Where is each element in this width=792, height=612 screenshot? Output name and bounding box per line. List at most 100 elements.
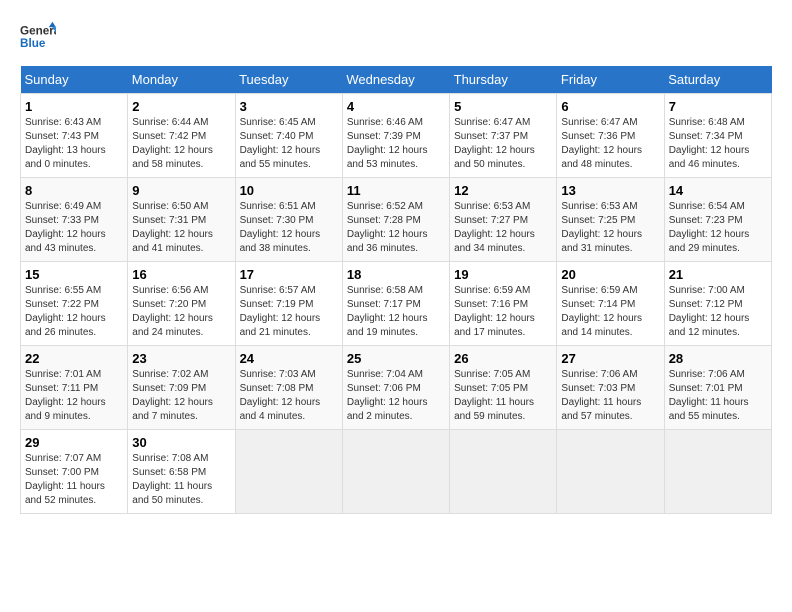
calendar-cell: 27 Sunrise: 7:06 AMSunset: 7:03 PMDayligh… [557,346,664,430]
calendar-cell: 12 Sunrise: 6:53 AMSunset: 7:27 PMDayligh… [450,178,557,262]
day-info: Sunrise: 6:49 AMSunset: 7:33 PMDaylight:… [25,200,123,256]
day-number: 5 [454,99,552,114]
calendar-cell: 5 Sunrise: 6:47 AMSunset: 7:37 PMDaylight… [450,94,557,178]
calendar-cell: 19 Sunrise: 6:59 AMSunset: 7:16 PMDayligh… [450,262,557,346]
calendar-cell [235,430,342,514]
calendar-cell: 1 Sunrise: 6:43 AMSunset: 7:43 PMDaylight… [21,94,128,178]
calendar-day-header: Monday [128,66,235,94]
day-info: Sunrise: 6:53 AMSunset: 7:25 PMDaylight:… [561,200,659,256]
day-info: Sunrise: 6:50 AMSunset: 7:31 PMDaylight:… [132,200,230,256]
day-number: 22 [25,351,123,366]
day-info: Sunrise: 7:04 AMSunset: 7:06 PMDaylight:… [347,368,445,424]
calendar-cell [342,430,449,514]
day-number: 3 [240,99,338,114]
calendar-cell: 20 Sunrise: 6:59 AMSunset: 7:14 PMDayligh… [557,262,664,346]
day-info: Sunrise: 6:47 AMSunset: 7:37 PMDaylight:… [454,116,552,172]
calendar-cell: 29 Sunrise: 7:07 AMSunset: 7:00 PMDayligh… [21,430,128,514]
calendar-cell: 14 Sunrise: 6:54 AMSunset: 7:23 PMDayligh… [664,178,771,262]
day-number: 18 [347,267,445,282]
calendar-day-header: Friday [557,66,664,94]
day-info: Sunrise: 6:58 AMSunset: 7:17 PMDaylight:… [347,284,445,340]
calendar-cell: 22 Sunrise: 7:01 AMSunset: 7:11 PMDayligh… [21,346,128,430]
calendar-week-row: 29 Sunrise: 7:07 AMSunset: 7:00 PMDayligh… [21,430,772,514]
day-info: Sunrise: 6:54 AMSunset: 7:23 PMDaylight:… [669,200,767,256]
calendar-cell: 9 Sunrise: 6:50 AMSunset: 7:31 PMDaylight… [128,178,235,262]
day-info: Sunrise: 7:07 AMSunset: 7:00 PMDaylight:… [25,452,123,508]
day-info: Sunrise: 7:06 AMSunset: 7:03 PMDaylight:… [561,368,659,424]
day-number: 10 [240,183,338,198]
day-number: 2 [132,99,230,114]
svg-text:Blue: Blue [20,37,46,50]
logo-icon: General Blue [20,20,56,56]
day-number: 13 [561,183,659,198]
calendar-cell: 24 Sunrise: 7:03 AMSunset: 7:08 PMDayligh… [235,346,342,430]
day-number: 21 [669,267,767,282]
calendar-day-header: Saturday [664,66,771,94]
day-number: 23 [132,351,230,366]
calendar-cell: 6Sunrise: 6:47 AMSunset: 7:36 PMDaylight… [557,94,664,178]
calendar-day-header: Wednesday [342,66,449,94]
calendar-day-header: Tuesday [235,66,342,94]
calendar-cell: 25 Sunrise: 7:04 AMSunset: 7:06 PMDayligh… [342,346,449,430]
calendar-day-header: Thursday [450,66,557,94]
calendar-cell: 15 Sunrise: 6:55 AMSunset: 7:22 PMDayligh… [21,262,128,346]
calendar-day-header: Sunday [21,66,128,94]
day-number: 6 [561,99,659,114]
calendar-cell: 28Sunrise: 7:06 AMSunset: 7:01 PMDayligh… [664,346,771,430]
day-info: Sunrise: 6:56 AMSunset: 7:20 PMDaylight:… [132,284,230,340]
day-number: 4 [347,99,445,114]
calendar-week-row: 8 Sunrise: 6:49 AMSunset: 7:33 PMDaylight… [21,178,772,262]
day-info: Sunrise: 6:46 AMSunset: 7:39 PMDaylight:… [347,116,445,172]
day-number: 7 [669,99,767,114]
day-info: Sunrise: 6:53 AMSunset: 7:27 PMDaylight:… [454,200,552,256]
calendar-week-row: 15 Sunrise: 6:55 AMSunset: 7:22 PMDayligh… [21,262,772,346]
calendar-body: 1 Sunrise: 6:43 AMSunset: 7:43 PMDaylight… [21,94,772,514]
day-info: Sunrise: 6:57 AMSunset: 7:19 PMDaylight:… [240,284,338,340]
day-info: Sunrise: 7:03 AMSunset: 7:08 PMDaylight:… [240,368,338,424]
day-number: 28 [669,351,767,366]
calendar-table: SundayMondayTuesdayWednesdayThursdayFrid… [20,66,772,514]
calendar-cell: 23Sunrise: 7:02 AMSunset: 7:09 PMDayligh… [128,346,235,430]
calendar-week-row: 1 Sunrise: 6:43 AMSunset: 7:43 PMDaylight… [21,94,772,178]
calendar-cell: 3 Sunrise: 6:45 AMSunset: 7:40 PMDaylight… [235,94,342,178]
calendar-header-row: SundayMondayTuesdayWednesdayThursdayFrid… [21,66,772,94]
calendar-cell [557,430,664,514]
day-number: 14 [669,183,767,198]
day-number: 26 [454,351,552,366]
day-info: Sunrise: 6:45 AMSunset: 7:40 PMDaylight:… [240,116,338,172]
day-number: 12 [454,183,552,198]
day-number: 29 [25,435,123,450]
day-number: 20 [561,267,659,282]
calendar-cell: 10 Sunrise: 6:51 AMSunset: 7:30 PMDayligh… [235,178,342,262]
calendar-week-row: 22 Sunrise: 7:01 AMSunset: 7:11 PMDayligh… [21,346,772,430]
logo: General Blue [20,20,56,56]
day-info: Sunrise: 7:05 AMSunset: 7:05 PMDaylight:… [454,368,552,424]
day-number: 8 [25,183,123,198]
day-number: 30 [132,435,230,450]
calendar-cell: 21Sunrise: 7:00 AMSunset: 7:12 PMDayligh… [664,262,771,346]
calendar-cell: 11 Sunrise: 6:52 AMSunset: 7:28 PMDayligh… [342,178,449,262]
day-number: 17 [240,267,338,282]
calendar-cell [664,430,771,514]
day-info: Sunrise: 6:59 AMSunset: 7:16 PMDaylight:… [454,284,552,340]
day-number: 27 [561,351,659,366]
day-info: Sunrise: 6:55 AMSunset: 7:22 PMDaylight:… [25,284,123,340]
calendar-cell: 13 Sunrise: 6:53 AMSunset: 7:25 PMDayligh… [557,178,664,262]
day-number: 25 [347,351,445,366]
day-number: 19 [454,267,552,282]
day-info: Sunrise: 6:59 AMSunset: 7:14 PMDaylight:… [561,284,659,340]
day-number: 24 [240,351,338,366]
day-number: 16 [132,267,230,282]
day-number: 15 [25,267,123,282]
day-info: Sunrise: 6:44 AMSunset: 7:42 PMDaylight:… [132,116,230,172]
day-number: 9 [132,183,230,198]
day-number: 11 [347,183,445,198]
day-info: Sunrise: 6:52 AMSunset: 7:28 PMDaylight:… [347,200,445,256]
calendar-cell: 18 Sunrise: 6:58 AMSunset: 7:17 PMDayligh… [342,262,449,346]
day-info: Sunrise: 6:43 AMSunset: 7:43 PMDaylight:… [25,116,123,172]
day-info: Sunrise: 6:51 AMSunset: 7:30 PMDaylight:… [240,200,338,256]
calendar-cell: 7Sunrise: 6:48 AMSunset: 7:34 PMDaylight… [664,94,771,178]
day-info: Sunrise: 7:01 AMSunset: 7:11 PMDaylight:… [25,368,123,424]
day-number: 1 [25,99,123,114]
calendar-cell: 30Sunrise: 7:08 AMSunset: 6:58 PMDayligh… [128,430,235,514]
